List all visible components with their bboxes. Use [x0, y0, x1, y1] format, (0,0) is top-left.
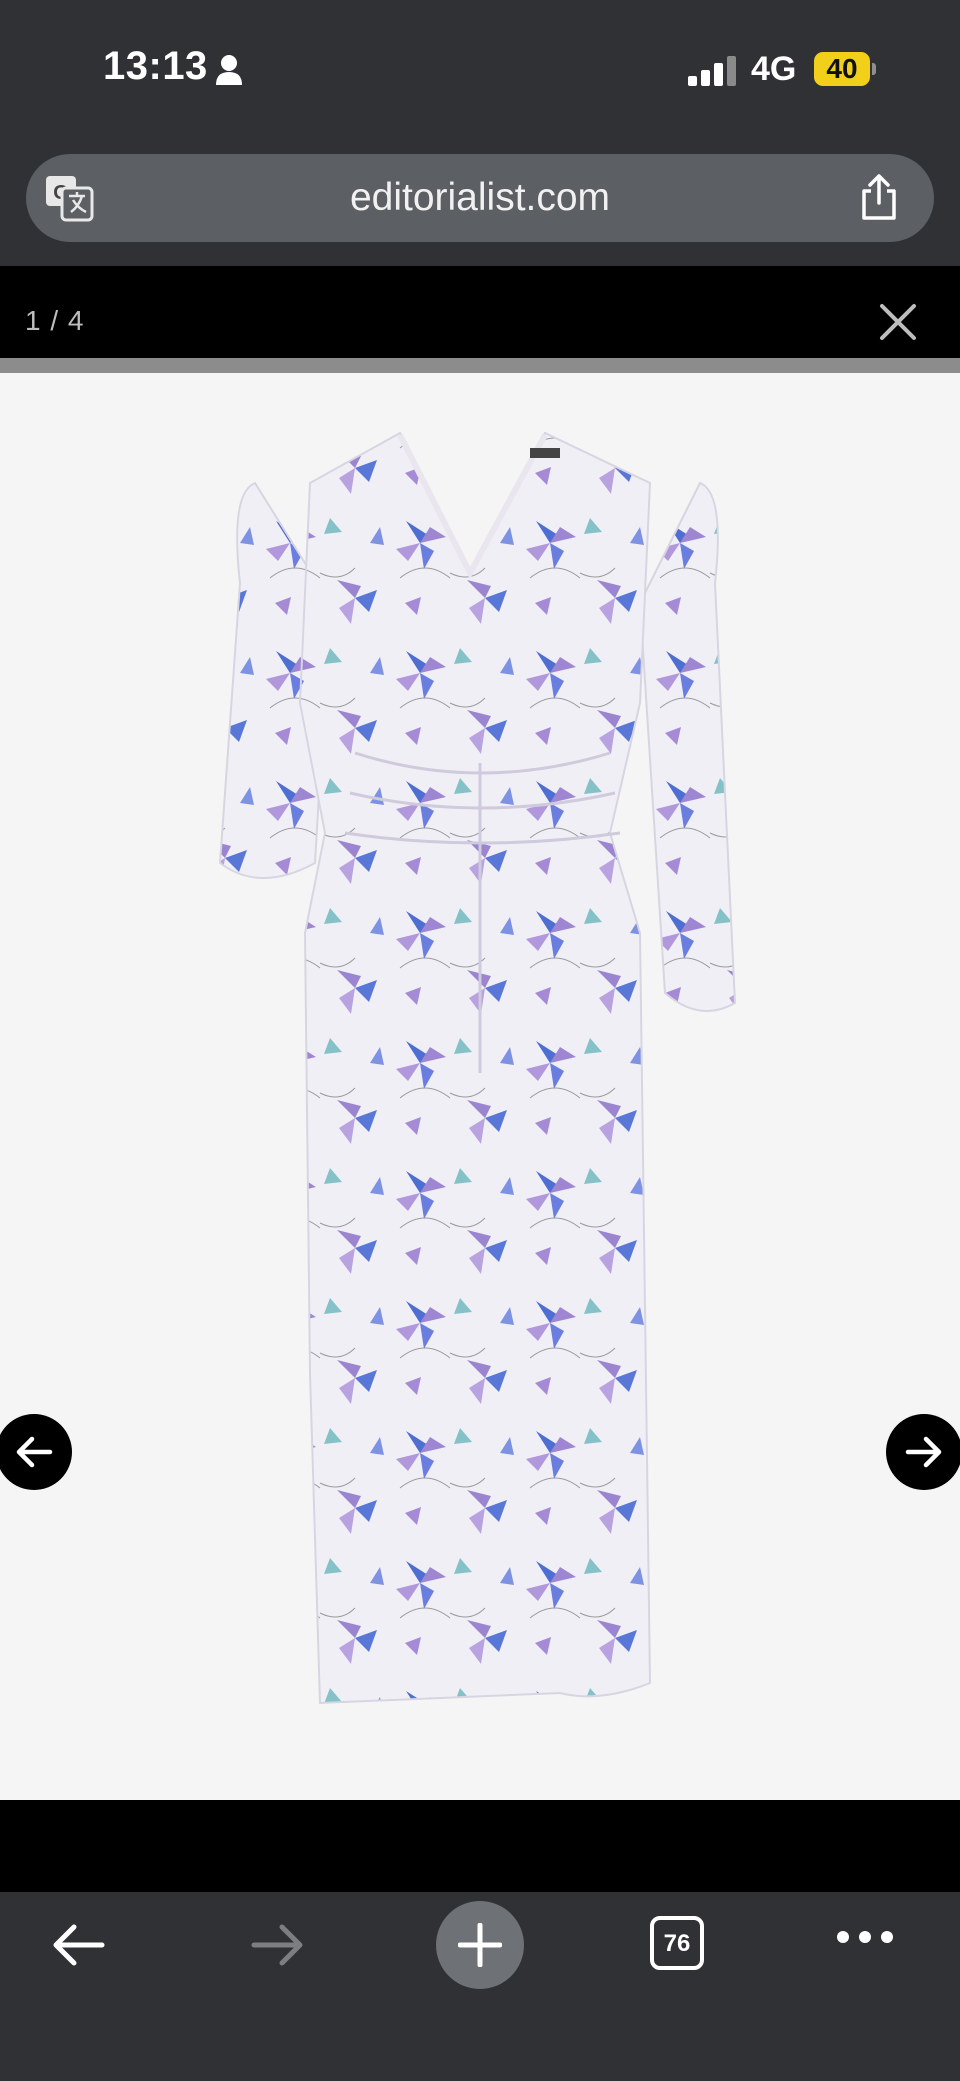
new-tab-button[interactable] — [436, 1901, 524, 1989]
arrow-left-icon — [16, 1436, 53, 1468]
battery-level: 40 — [814, 52, 870, 86]
signal-icon — [688, 56, 736, 86]
arrow-right-icon — [905, 1436, 942, 1468]
close-icon[interactable] — [878, 302, 918, 342]
next-image-button[interactable] — [886, 1414, 960, 1490]
forward-arrow-icon[interactable] — [250, 1920, 306, 1970]
address-bar[interactable]: G editorialist.com — [26, 154, 934, 242]
divider — [0, 358, 960, 373]
status-bar: 13:13 4G 40 — [0, 0, 960, 145]
image-counter: 1 / 4 — [25, 305, 85, 336]
battery-icon: 40 — [814, 52, 876, 86]
more-options-icon[interactable] — [836, 1930, 894, 1944]
lightbox-header — [0, 266, 960, 358]
plus-icon — [458, 1923, 502, 1967]
tabs-button[interactable]: 76 — [650, 1916, 704, 1970]
network-type: 4G — [751, 50, 797, 88]
lightbox-footer — [0, 1800, 960, 1892]
product-image-dress — [218, 431, 737, 1705]
person-icon — [216, 55, 242, 85]
share-icon[interactable] — [856, 174, 902, 222]
url-text[interactable]: editorialist.com — [26, 176, 934, 220]
image-viewer[interactable] — [0, 373, 960, 1800]
back-arrow-icon[interactable] — [50, 1920, 106, 1970]
status-time: 13:13 — [103, 44, 208, 88]
